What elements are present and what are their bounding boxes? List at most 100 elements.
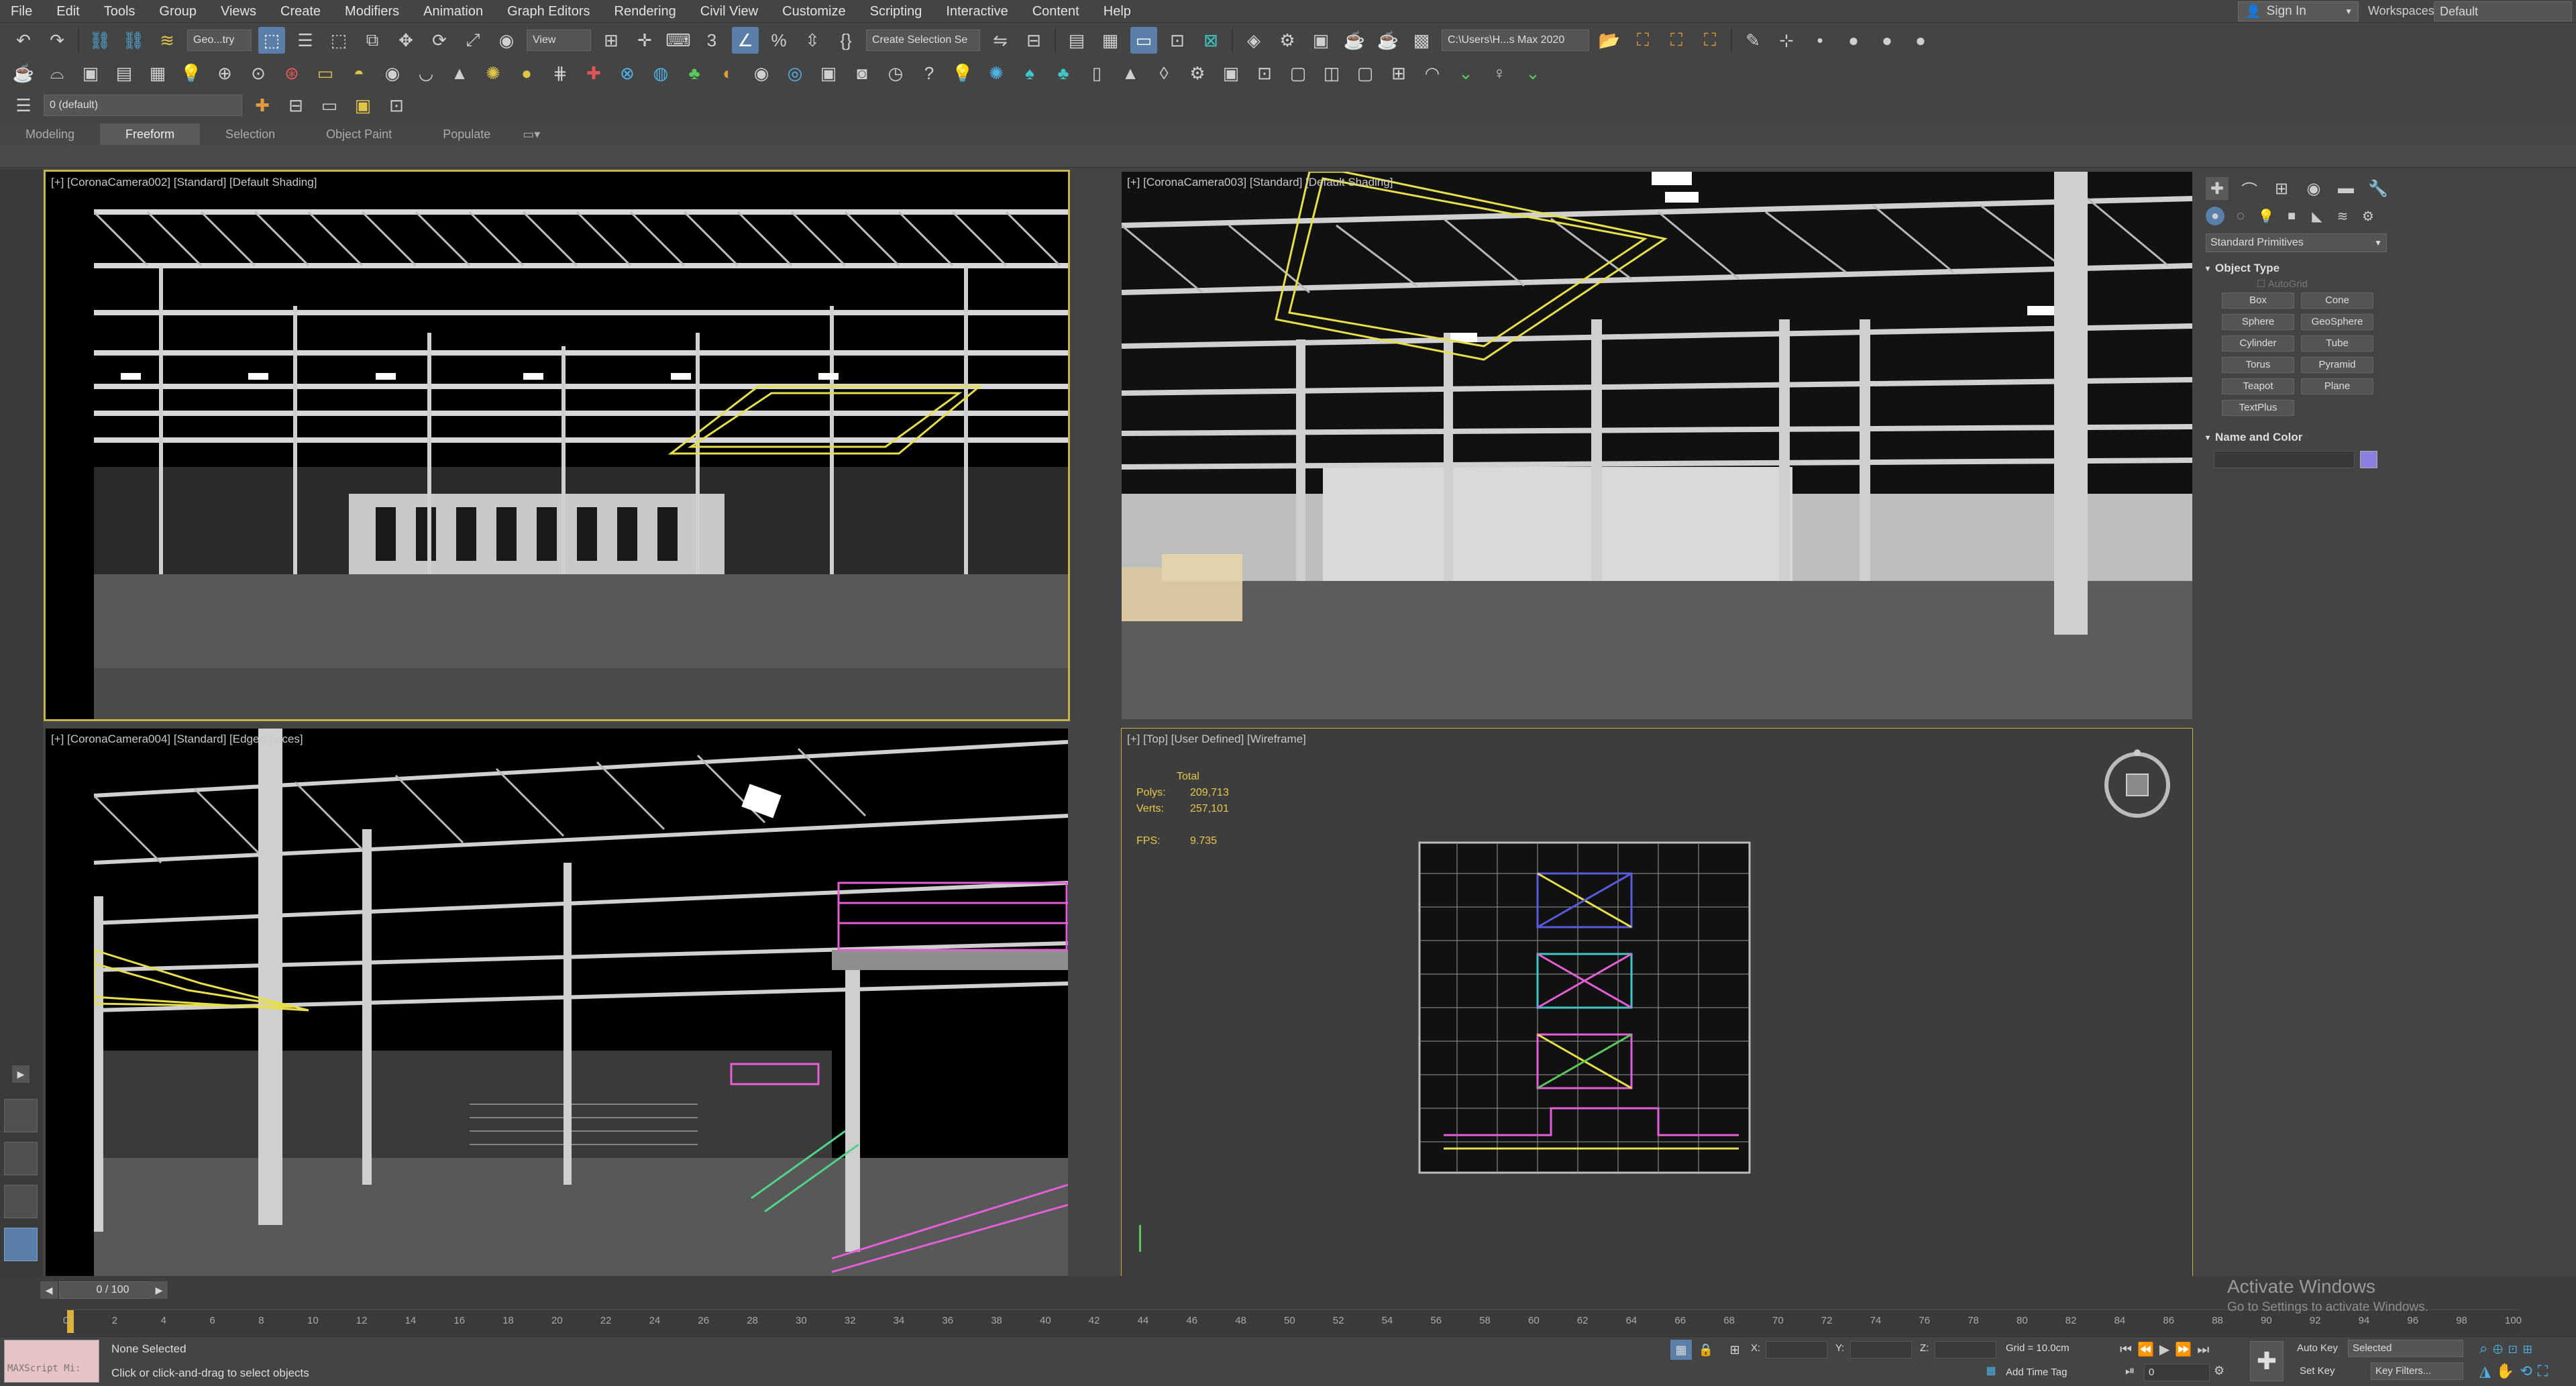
- project-set-icon[interactable]: ⛶: [1629, 27, 1656, 54]
- set-key-button[interactable]: Set Key: [2300, 1365, 2335, 1377]
- reference-coordinate-dropdown[interactable]: View: [527, 30, 591, 51]
- tube-button[interactable]: Tube: [2301, 335, 2373, 352]
- project-export-icon[interactable]: ⛶: [1697, 27, 1723, 54]
- sky-icon[interactable]: ●: [513, 60, 540, 87]
- lights-icon[interactable]: 💡: [2257, 207, 2275, 225]
- auto-key-button[interactable]: Auto Key: [2297, 1342, 2338, 1354]
- ribbon-options-icon[interactable]: ▭▾: [516, 123, 547, 145]
- cameras-icon[interactable]: ■: [2282, 207, 2301, 225]
- current-frame-input[interactable]: 0: [2144, 1364, 2210, 1381]
- pattern-icon[interactable]: ⊞: [1385, 60, 1412, 87]
- layer-freeze-icon[interactable]: ▭: [316, 92, 343, 119]
- add-layer-icon[interactable]: ✚: [249, 92, 276, 119]
- foliage-icon[interactable]: ♣: [1050, 60, 1077, 87]
- pyramid-button[interactable]: Pyramid: [2301, 357, 2373, 373]
- chevron-double-down-icon[interactable]: ⌄: [1452, 60, 1479, 87]
- redo-icon[interactable]: ↷: [44, 27, 70, 54]
- select-scale-icon[interactable]: ⤢: [460, 27, 486, 54]
- geosphere-button[interactable]: GeoSphere: [2301, 314, 2373, 330]
- layer-properties-icon[interactable]: ⊡: [383, 92, 410, 119]
- key-selection-dropdown[interactable]: Selected: [2348, 1340, 2463, 1357]
- layout-preset-4[interactable]: [4, 1228, 38, 1261]
- frame-buffer-icon[interactable]: ▣: [815, 60, 842, 87]
- compound-icon[interactable]: ▣: [77, 60, 104, 87]
- viewport-label[interactable]: [+] [Top] [User Defined] [Wireframe]: [1127, 733, 1306, 746]
- hierarchy-tab-icon[interactable]: ⊞: [2270, 177, 2293, 200]
- select-object-icon[interactable]: ⬚: [258, 27, 285, 54]
- menu-file[interactable]: File: [0, 0, 44, 23]
- angle-snap-icon[interactable]: ∠: [732, 27, 759, 54]
- cone-button[interactable]: Cone: [2301, 292, 2373, 309]
- key-mode-icon[interactable]: ⏯: [2125, 1364, 2135, 1378]
- object-color-swatch[interactable]: [2360, 451, 2377, 468]
- teapot-button[interactable]: Teapot: [2222, 378, 2294, 394]
- undo-icon[interactable]: ↶: [10, 27, 37, 54]
- select-manipulate-icon[interactable]: ✛: [631, 27, 658, 54]
- viewport-top[interactable]: [+] [Top] [User Defined] [Wireframe] Tot…: [1121, 728, 2193, 1277]
- rectangular-selection-icon[interactable]: ⬚: [325, 27, 352, 54]
- spinner-snap-icon[interactable]: ⇳: [799, 27, 826, 54]
- edit-named-selection-icon[interactable]: {}: [833, 27, 859, 54]
- next-key-icon[interactable]: ⏩: [2175, 1342, 2197, 1357]
- percent-snap-icon[interactable]: %: [765, 27, 792, 54]
- viewport-icon[interactable]: ▣: [1218, 60, 1244, 87]
- viewport-label[interactable]: [+] [CoronaCamera002] [Standard] [Defaul…: [51, 176, 317, 189]
- sun-icon[interactable]: ✺: [480, 60, 506, 87]
- menu-modifiers[interactable]: Modifiers: [333, 0, 411, 23]
- torus-button[interactable]: Torus: [2222, 357, 2294, 373]
- viewport-label[interactable]: [+] [CoronaCamera004] [Standard] [Edged …: [51, 733, 303, 746]
- interactive-icon[interactable]: ◙: [849, 60, 875, 87]
- go-to-end-icon[interactable]: ⏭: [2197, 1342, 2214, 1357]
- name-and-color-rollout[interactable]: ▾ Name and Color: [2206, 429, 2387, 445]
- link-icon[interactable]: ⛓: [87, 27, 113, 54]
- window-crossing-icon[interactable]: ⧉: [359, 27, 386, 54]
- schematic-view-icon[interactable]: ⊠: [1197, 27, 1224, 54]
- spacewarp-icon[interactable]: ⊛: [278, 60, 305, 87]
- add-time-tag[interactable]: Add Time Tag: [2006, 1367, 2067, 1378]
- scatter-icon[interactable]: ⊡: [1251, 60, 1278, 87]
- plane-icon[interactable]: ▭: [312, 60, 339, 87]
- go-to-start-icon[interactable]: ⏮: [2120, 1342, 2137, 1357]
- menu-animation[interactable]: Animation: [411, 0, 495, 23]
- place-icon[interactable]: ◉: [493, 27, 520, 54]
- menu-content[interactable]: Content: [1020, 0, 1091, 23]
- menu-scripting[interactable]: Scripting: [858, 0, 934, 23]
- gizmo-icon[interactable]: ✚: [580, 60, 607, 87]
- expand-arrow-icon[interactable]: ▶: [12, 1065, 30, 1083]
- zoom-all-icon[interactable]: ⊕: [2493, 1340, 2508, 1356]
- proxy-icon[interactable]: ◐: [714, 60, 741, 87]
- field-of-view-icon[interactable]: ◮: [2479, 1363, 2496, 1379]
- select-move-icon[interactable]: ✥: [392, 27, 419, 54]
- viewport-camera-004[interactable]: [+] [CoronaCamera004] [Standard] [Edged …: [46, 729, 1068, 1276]
- primitive-type-dropdown[interactable]: Standard Primitives ▼: [2206, 233, 2387, 252]
- display-tab-icon[interactable]: ▬: [2334, 177, 2357, 200]
- tape-icon[interactable]: ⊗: [614, 60, 641, 87]
- menu-views[interactable]: Views: [209, 0, 268, 23]
- frame-icon[interactable]: ▢: [1285, 60, 1311, 87]
- viewport-camera-002[interactable]: [+] [CoronaCamera002] [Standard] [Defaul…: [44, 170, 1070, 721]
- menu-edit[interactable]: Edit: [44, 0, 91, 23]
- align-icon[interactable]: ⊟: [1020, 27, 1047, 54]
- y-coordinate-input[interactable]: [1850, 1341, 1912, 1358]
- named-selection-dropdown[interactable]: Create Selection Se: [866, 30, 980, 51]
- tree-icon[interactable]: ♣: [681, 60, 708, 87]
- prev-key-icon[interactable]: ⏪: [2137, 1342, 2159, 1357]
- keyboard-shortcut-icon[interactable]: ⌨: [665, 27, 692, 54]
- next-frame-icon[interactable]: ▶: [150, 1281, 168, 1299]
- menu-graph-editors[interactable]: Graph Editors: [495, 0, 602, 23]
- object-name-input[interactable]: [2214, 451, 2355, 468]
- menu-interactive[interactable]: Interactive: [934, 0, 1020, 23]
- help-icon[interactable]: ?: [916, 60, 943, 87]
- select-by-name-icon[interactable]: ☰: [292, 27, 319, 54]
- geometry-icon[interactable]: ●: [2206, 207, 2224, 225]
- zoom-extents-icon[interactable]: ⊡: [2508, 1340, 2523, 1356]
- tab-populate[interactable]: Populate: [417, 123, 516, 145]
- systems-icon[interactable]: ⚙: [2359, 207, 2377, 225]
- rendered-frame-window-icon[interactable]: ▣: [1307, 27, 1334, 54]
- dome-icon[interactable]: ◓: [345, 60, 372, 87]
- orbit-icon[interactable]: ⟲: [2520, 1363, 2537, 1379]
- helpers-icon[interactable]: ◣: [2308, 207, 2326, 225]
- sphere-icon[interactable]: ◉: [379, 60, 406, 87]
- render-iterative-icon[interactable]: ▩: [1408, 27, 1435, 54]
- shape-icon[interactable]: ⌓: [44, 60, 70, 87]
